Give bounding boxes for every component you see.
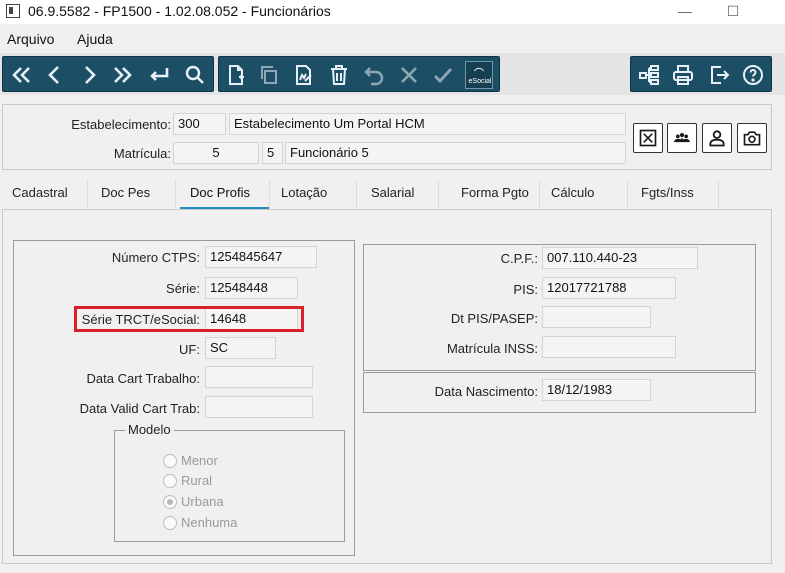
radio-label: Rural — [181, 473, 213, 488]
tab-label: Fgts/Inss — [641, 185, 694, 200]
print-icon[interactable] — [669, 61, 697, 89]
undo-icon[interactable] — [360, 61, 388, 89]
pis-label: PIS: — [513, 282, 538, 297]
tab-bar: Cadastral Doc Pes Doc Profis Lotação Sal… — [0, 180, 785, 210]
tab-salarial[interactable]: Salarial — [361, 180, 439, 208]
tab-label: Cálculo — [551, 185, 595, 200]
serie-field[interactable]: 12548448 — [205, 277, 298, 299]
matricula-inss-field[interactable] — [542, 336, 676, 358]
matricula-inss-label: Matrícula INSS: — [446, 341, 538, 356]
highlight-box — [74, 306, 304, 332]
copy-record-icon[interactable] — [255, 61, 283, 89]
radio-dot — [163, 515, 177, 530]
cancel-icon[interactable] — [395, 61, 423, 89]
data-valid-label: Data Valid Cart Trab: — [79, 401, 200, 416]
clear-icon[interactable] — [633, 123, 663, 153]
confirm-icon[interactable] — [429, 61, 457, 89]
data-nascimento-field[interactable]: 18/12/1983 — [542, 379, 651, 401]
maximize-button[interactable]: ☐ — [724, 2, 742, 20]
dt-pis-label: Dt PIS/PASEP: — [450, 311, 538, 326]
app-icon — [6, 4, 20, 18]
uf-field[interactable]: SC — [205, 337, 276, 359]
radio-dot-selected — [163, 494, 177, 509]
menu-arquivo[interactable]: Arquivo — [7, 31, 54, 47]
window-title: 06.9.5582 - FP1500 - 1.02.08.052 - Funci… — [28, 3, 331, 19]
radio-dot — [163, 453, 177, 468]
group-users-icon[interactable] — [667, 123, 697, 153]
edit-toolbar-group: eSocial — [218, 56, 500, 92]
tab-doc-pes[interactable]: Doc Pes — [91, 180, 176, 208]
radio-label: Nenhuma — [181, 515, 238, 530]
numero-ctps-field[interactable]: 1254845647 — [205, 246, 317, 268]
tab-label: Forma Pgto — [461, 185, 529, 200]
esocial-label: eSocial — [468, 78, 492, 85]
utility-toolbar-group — [630, 56, 772, 92]
esocial-button[interactable]: eSocial — [465, 61, 493, 89]
data-valid-field[interactable] — [205, 396, 313, 418]
delete-record-icon[interactable] — [325, 61, 353, 89]
tree-structure-icon[interactable] — [635, 61, 663, 89]
numero-ctps-label: Número CTPS: — [111, 250, 200, 265]
edit-record-icon[interactable] — [290, 61, 318, 89]
minimize-button[interactable]: — — [676, 2, 694, 20]
radio-urbana[interactable]: Urbana — [163, 494, 224, 509]
help-icon[interactable] — [739, 61, 767, 89]
tab-label: Salarial — [371, 185, 415, 200]
estabelecimento-name-field: Estabelecimento Um Portal HCM — [229, 113, 626, 135]
navigation-toolbar-group — [2, 56, 214, 92]
tab-forma-pgto[interactable]: Forma Pgto — [451, 180, 540, 208]
goto-enter-icon[interactable] — [145, 61, 173, 89]
matricula-label: Matrícula: — [113, 146, 171, 161]
tab-label: Doc Pes — [101, 185, 151, 200]
toolbar: eSocial — [0, 53, 785, 95]
tab-fgts-inss[interactable]: Fgts/Inss — [631, 180, 719, 208]
title-bar: 06.9.5582 - FP1500 - 1.02.08.052 - Funci… — [0, 0, 785, 24]
tab-cadastral[interactable]: Cadastral — [2, 180, 88, 208]
cpf-label: C.P.F.: — [500, 251, 538, 266]
tab-label: Cadastral — [12, 185, 68, 200]
tab-calculo[interactable]: Cálculo — [541, 180, 628, 208]
estabelecimento-label: Estabelecimento: — [71, 117, 171, 132]
menu-ajuda[interactable]: Ajuda — [77, 31, 113, 47]
camera-icon[interactable] — [737, 123, 767, 153]
search-icon[interactable] — [181, 61, 209, 89]
radio-nenhuma[interactable]: Nenhuma — [163, 515, 237, 530]
serie-label: Série: — [166, 281, 200, 296]
radio-label: Menor — [181, 453, 218, 468]
pis-field[interactable]: 12017721788 — [542, 277, 676, 299]
user-icon[interactable] — [702, 123, 732, 153]
previous-record-icon[interactable] — [41, 61, 69, 89]
data-cart-label: Data Cart Trabalho: — [86, 371, 200, 386]
matricula-code-field[interactable]: 5 — [173, 142, 259, 164]
menu-bar: Arquivo Ajuda — [0, 28, 785, 50]
first-record-icon[interactable] — [7, 61, 35, 89]
cpf-field[interactable]: 007.110.440-23 — [542, 247, 698, 269]
radio-rural[interactable]: Rural — [163, 473, 212, 488]
estabelecimento-code-field[interactable]: 300 — [173, 113, 226, 135]
tab-label: Doc Profis — [190, 185, 250, 200]
exit-icon[interactable] — [705, 61, 733, 89]
matricula-seq-field: 5 — [262, 142, 283, 164]
radio-label: Urbana — [181, 494, 224, 509]
last-record-icon[interactable] — [109, 61, 137, 89]
modelo-legend: Modelo — [125, 422, 174, 437]
radio-menor[interactable]: Menor — [163, 453, 218, 468]
next-record-icon[interactable] — [75, 61, 103, 89]
radio-dot — [163, 473, 177, 488]
dt-pis-field[interactable] — [542, 306, 651, 328]
data-nascimento-label: Data Nascimento: — [434, 384, 538, 399]
tab-doc-profis[interactable]: Doc Profis — [180, 180, 270, 210]
matricula-name-field: Funcionário 5 — [285, 142, 626, 164]
new-record-icon[interactable] — [222, 61, 250, 89]
tab-lotacao[interactable]: Lotação — [271, 180, 357, 208]
uf-label: UF: — [179, 342, 200, 357]
data-cart-field[interactable] — [205, 366, 313, 388]
tab-label: Lotação — [281, 185, 328, 200]
